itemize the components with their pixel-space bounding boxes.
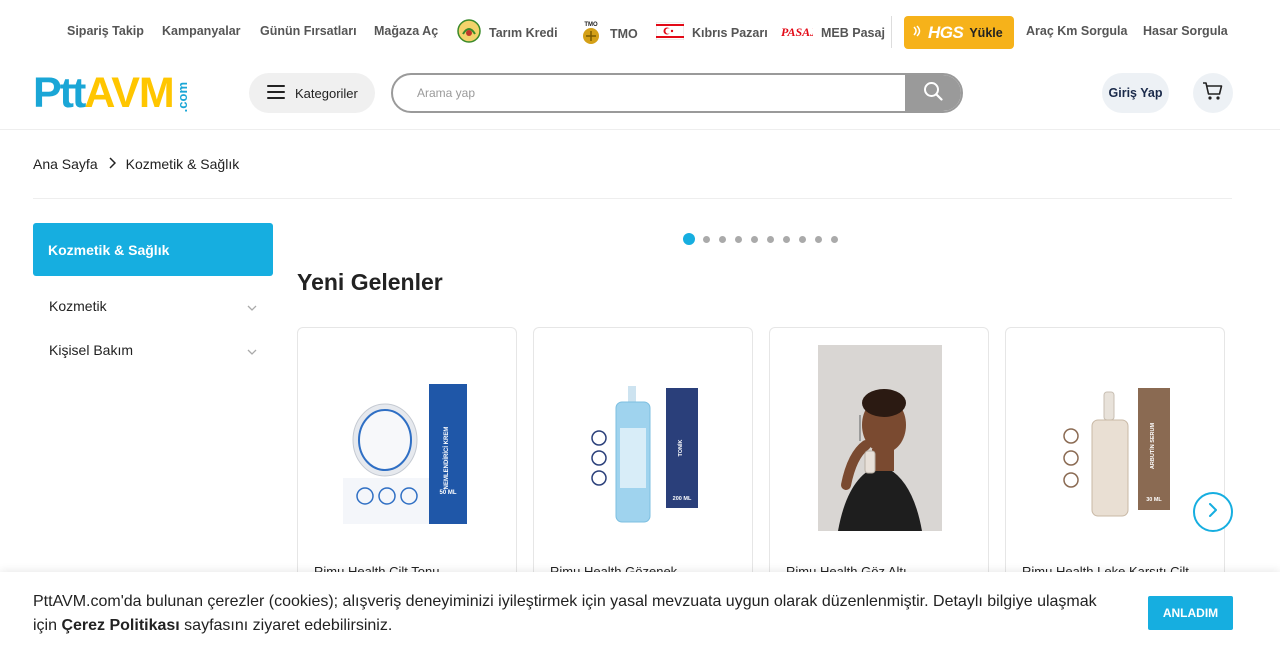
search-input[interactable]	[393, 75, 905, 111]
svg-text:TMO: TMO	[584, 22, 598, 28]
top-bar: Sipariş Takip Kampanyalar Günün Fırsatla…	[0, 0, 1280, 64]
meb-pasaj-label: MEB Pasaj	[821, 25, 885, 40]
kibris-pazari-label: Kıbrıs Pazarı	[692, 25, 768, 40]
chevron-down-icon	[247, 298, 257, 314]
sidebar-item-label: Kişisel Bakım	[49, 342, 134, 358]
search-icon	[923, 81, 943, 106]
categories-button[interactable]: Kategoriler	[249, 73, 375, 113]
tmo-link[interactable]: TMO TMO	[580, 19, 638, 48]
topbar-separator	[891, 16, 892, 48]
carousel-dot[interactable]	[702, 235, 710, 243]
shopping-cart-icon	[1202, 81, 1224, 106]
sidebar-item-kozmetik[interactable]: Kozmetik	[49, 298, 257, 314]
kktc-flag-icon	[655, 21, 685, 43]
cookie-policy-link[interactable]: Çerez Politikası	[61, 617, 179, 634]
search-bar	[391, 73, 963, 113]
cookie-text: PttAVM.com'da bulunan çerezler (cookies)…	[33, 590, 1123, 638]
svg-text:ARBUTİN SERUM: ARBUTİN SERUM	[1149, 423, 1156, 470]
daily-deals-label: Günün Fırsatları	[260, 24, 357, 38]
cookie-banner: PttAVM.com'da bulunan çerezler (cookies)…	[0, 572, 1280, 653]
breadcrumb-divider	[33, 198, 1232, 199]
product-card[interactable]: Rimu Health Göz Altı	[769, 327, 989, 607]
svg-text:50 ML: 50 ML	[439, 490, 456, 496]
breadcrumb-home-link[interactable]: Ana Sayfa	[33, 156, 98, 172]
chevron-right-icon	[1208, 502, 1218, 522]
sidebar-item-label: Kozmetik	[49, 298, 107, 314]
svg-text:TONİK: TONİK	[677, 439, 684, 456]
sidebar-active-label: Kozmetik & Sağlık	[48, 241, 170, 258]
tarim-kredi-logo-icon	[457, 19, 481, 46]
damage-query-label: Hasar Sorgula	[1143, 24, 1228, 38]
carousel-dot[interactable]	[766, 235, 774, 243]
product-card[interactable]: NEMLENDİRİCİ KREM 50 ML Rimu Health Cilt…	[297, 327, 517, 607]
svg-text:30 ML: 30 ML	[1146, 497, 1162, 503]
order-tracking-label: Sipariş Takip	[67, 24, 144, 38]
svg-text:200 ML: 200 ML	[673, 496, 692, 502]
hgs-logo: HGS	[928, 22, 964, 42]
product-image: NEMLENDİRİCİ KREM 50 ML	[314, 344, 502, 532]
cookie-text-after: sayfasını ziyaret edebilirsiniz.	[179, 617, 393, 634]
product-card[interactable]: TONİK 200 ML Rimu Health Gözenek	[533, 327, 753, 607]
open-store-label: Mağaza Aç	[374, 24, 439, 38]
breadcrumb: Ana Sayfa Kozmetik & Sağlık	[33, 156, 239, 172]
cookie-accept-button[interactable]: ANLADIM	[1148, 596, 1233, 630]
hgs-signal-icon	[912, 24, 922, 42]
cart-button[interactable]	[1193, 73, 1233, 113]
logo-ptt-text: Ptt	[33, 69, 86, 117]
carousel-dot[interactable]	[683, 233, 695, 245]
section-title: Yeni Gelenler	[297, 269, 443, 295]
cookie-accept-label: ANLADIM	[1162, 606, 1219, 620]
tmo-logo-icon: TMO	[580, 19, 602, 48]
campaigns-link[interactable]: Kampanyalar	[162, 24, 241, 38]
product-image: TONİK 200 ML	[550, 344, 738, 532]
product-image	[786, 344, 974, 532]
carousel-dot[interactable]	[734, 235, 742, 243]
kibris-pazari-link[interactable]: Kıbrıs Pazarı	[655, 21, 768, 43]
chevron-right-icon	[108, 156, 116, 172]
meb-pasaj-link[interactable]: PASAJ MEB Pasaj	[781, 21, 885, 44]
sidebar-item-kisisel-bakim[interactable]: Kişisel Bakım	[49, 342, 257, 358]
tarim-kredi-link[interactable]: Tarım Kredi	[457, 19, 558, 46]
hgs-label: Yükle	[969, 25, 1003, 40]
svg-text:NEMLENDİRİCİ KREM: NEMLENDİRİCİ KREM	[443, 427, 450, 490]
carousel-dot[interactable]	[718, 235, 726, 243]
daily-deals-link[interactable]: Günün Fırsatları	[260, 24, 357, 38]
svg-text:PASAJ: PASAJ	[781, 25, 813, 39]
banner-carousel-dots	[683, 233, 839, 245]
open-store-link[interactable]: Mağaza Aç	[374, 24, 438, 38]
order-tracking-link[interactable]: Sipariş Takip	[67, 24, 144, 38]
pttavm-logo[interactable]: Ptt AVM .com	[33, 69, 190, 117]
pasaj-logo-icon: PASAJ	[781, 21, 817, 44]
tmo-label: TMO	[610, 26, 638, 41]
damage-query-link[interactable]: Hasar Sorgula	[1143, 24, 1228, 38]
product-image: ARBUTİN SERUM 30 ML	[1022, 344, 1210, 532]
login-button[interactable]: Giriş Yap	[1102, 73, 1169, 113]
campaigns-label: Kampanyalar	[162, 24, 241, 38]
carousel-dot[interactable]	[782, 235, 790, 243]
logo-avm-text: AVM	[84, 69, 174, 117]
sidebar-active-category[interactable]: Kozmetik & Sağlık	[33, 223, 273, 276]
carousel-next-button[interactable]	[1193, 492, 1233, 532]
categories-label: Kategoriler	[295, 85, 358, 101]
hamburger-menu-icon	[267, 84, 285, 102]
product-card[interactable]: ARBUTİN SERUM 30 ML Rimu Health Leke Kar…	[1005, 327, 1225, 607]
carousel-dot[interactable]	[750, 235, 758, 243]
chevron-down-icon	[247, 342, 257, 358]
breadcrumb-current-link[interactable]: Kozmetik & Sağlık	[126, 156, 240, 172]
search-button[interactable]	[905, 75, 961, 111]
vehicle-km-label: Araç Km Sorgula	[1026, 24, 1128, 38]
hgs-load-button[interactable]: HGS Yükle	[904, 16, 1014, 49]
carousel-dot[interactable]	[814, 235, 822, 243]
logo-com-text: .com	[174, 81, 190, 112]
carousel-dot[interactable]	[830, 235, 838, 243]
main-header: Ptt AVM .com Kategoriler Giriş Yap	[0, 64, 1280, 130]
tarim-kredi-label: Tarım Kredi	[489, 25, 558, 40]
vehicle-km-link[interactable]: Araç Km Sorgula	[1026, 24, 1127, 38]
login-label: Giriş Yap	[1108, 86, 1163, 100]
carousel-dot[interactable]	[798, 235, 806, 243]
